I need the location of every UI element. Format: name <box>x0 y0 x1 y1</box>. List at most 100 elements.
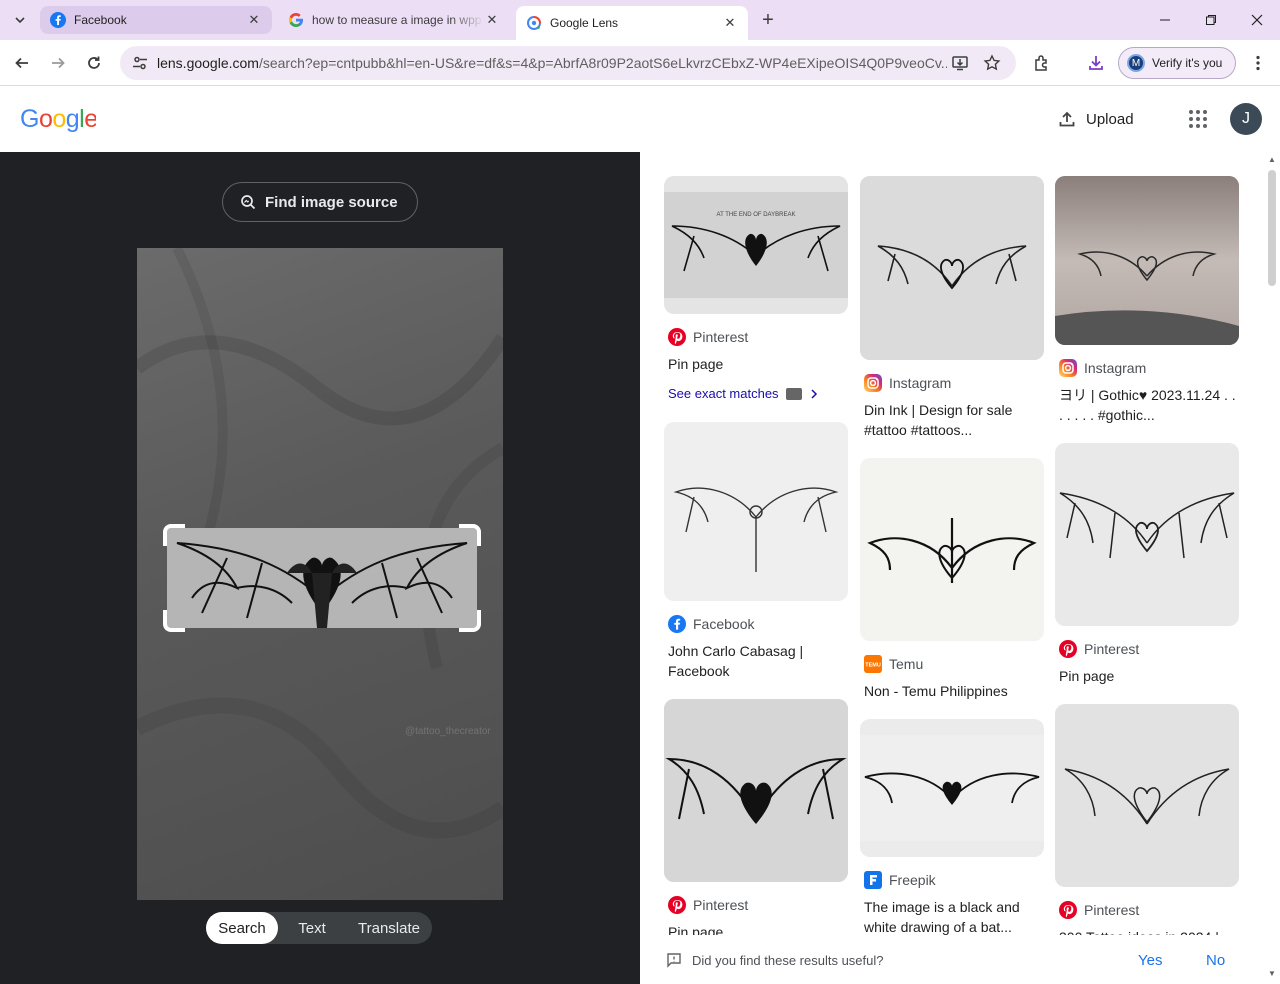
browser-toolbar: lens.google.com/search?ep=cntpubb&hl=en-… <box>0 40 1280 86</box>
new-tab-button[interactable]: + <box>756 8 780 32</box>
scroll-thumb[interactable] <box>1268 170 1276 286</box>
address-bar[interactable]: lens.google.com/search?ep=cntpubb&hl=en-… <box>120 46 1016 80</box>
install-app-icon[interactable] <box>950 53 970 73</box>
downloads-icon[interactable] <box>1084 51 1108 75</box>
upload-button[interactable]: Upload <box>1058 107 1134 131</box>
result-thumbnail[interactable] <box>860 176 1044 360</box>
result-card[interactable]: Instagram ヨリ | Gothic♥ 2023.11.24 . . . … <box>1055 176 1239 425</box>
instagram-icon <box>864 374 882 392</box>
crop-handle-bottom-left[interactable] <box>163 610 185 632</box>
reload-button[interactable] <box>80 49 108 77</box>
back-button[interactable] <box>8 49 36 77</box>
browser-menu-icon[interactable] <box>1246 51 1270 75</box>
google-apps-icon[interactable] <box>1186 107 1210 131</box>
close-icon[interactable]: ✕ <box>722 15 738 31</box>
result-title[interactable]: Non - Temu Philippines <box>864 681 1044 701</box>
url-path: /search?ep=cntpubb&hl=en-US&re=df&s=4&p=… <box>258 55 947 71</box>
result-source: Pinterest <box>1059 640 1239 658</box>
uploaded-image: @tattoo_thecreator <box>137 248 503 900</box>
account-avatar[interactable]: J <box>1230 103 1262 135</box>
feedback-yes-button[interactable]: Yes <box>1138 952 1162 969</box>
crop-handle-bottom-right[interactable] <box>459 610 481 632</box>
chevron-down-icon <box>15 17 25 24</box>
mode-translate[interactable]: Translate <box>346 912 432 944</box>
google-lens-icon <box>526 15 542 31</box>
google-header: Google Upload J <box>0 87 1280 152</box>
result-card[interactable]: Pinterest Pin page <box>664 699 848 942</box>
tab-google-search[interactable]: how to measure a image in wpp ✕ <box>278 6 510 34</box>
close-icon <box>1251 14 1263 26</box>
minimize-icon <box>1160 19 1170 21</box>
result-thumbnail[interactable] <box>664 699 848 882</box>
tab-strip: Facebook ✕ how to measure a image in wpp… <box>0 0 1280 40</box>
arrow-right-icon <box>52 57 65 69</box>
result-thumbnail[interactable] <box>1055 704 1239 887</box>
close-icon[interactable]: ✕ <box>246 12 262 28</box>
result-card[interactable]: Pinterest 300 Tattoo ideas in 2024 |... <box>1055 704 1239 947</box>
result-title[interactable]: ヨリ | Gothic♥ 2023.11.24 . . . . . . . #g… <box>1059 385 1239 425</box>
url-text[interactable]: lens.google.com/search?ep=cntpubb&hl=en-… <box>157 55 947 71</box>
site-settings-icon[interactable] <box>130 53 150 73</box>
result-source: Instagram <box>1059 359 1239 377</box>
arrow-left-icon <box>15 57 28 69</box>
result-card[interactable]: TEMU Temu Non - Temu Philippines <box>860 458 1044 701</box>
see-exact-matches-link[interactable]: See exact matches <box>668 386 848 401</box>
results-scrollbar[interactable]: ▲ ▼ <box>1264 152 1280 984</box>
url-host: lens.google.com <box>157 55 259 71</box>
crop-selection[interactable] <box>167 528 477 628</box>
google-icon <box>288 12 304 28</box>
mode-text[interactable]: Text <box>278 912 346 944</box>
source-label: Pinterest <box>693 897 749 913</box>
tab-facebook[interactable]: Facebook ✕ <box>40 6 272 34</box>
restore-button[interactable] <box>1188 0 1234 40</box>
result-title[interactable]: John Carlo Cabasag | Facebook <box>668 641 848 681</box>
tab-google-lens[interactable]: Google Lens ✕ <box>516 6 748 40</box>
temu-icon: TEMU <box>864 655 882 673</box>
feedback-icon <box>666 952 682 968</box>
result-source: Freepik <box>864 871 1044 889</box>
result-thumbnail[interactable] <box>1055 443 1239 626</box>
result-card[interactable]: Freepik The image is a black and white d… <box>860 719 1044 937</box>
result-thumbnail[interactable] <box>664 422 848 601</box>
source-label: Instagram <box>1084 360 1147 376</box>
scroll-down-arrow[interactable]: ▼ <box>1268 970 1276 978</box>
result-thumbnail[interactable] <box>860 719 1044 857</box>
close-window-button[interactable] <box>1234 0 1280 40</box>
exact-label: See exact matches <box>668 386 779 401</box>
minimize-button[interactable] <box>1142 0 1188 40</box>
result-source: Pinterest <box>668 328 848 346</box>
crop-handle-top-right[interactable] <box>459 524 481 546</box>
result-title[interactable]: Pin page <box>1059 666 1239 686</box>
result-title[interactable]: Pin page <box>668 354 848 374</box>
scroll-up-arrow[interactable]: ▲ <box>1268 156 1276 164</box>
result-card[interactable]: AT THE END OF DAYBREAK Pinterest Pin pag… <box>664 176 848 401</box>
crop-handle-top-left[interactable] <box>163 524 185 546</box>
result-card[interactable]: Pinterest Pin page <box>1055 443 1239 686</box>
exact-match-thumb <box>785 387 802 400</box>
upload-icon <box>1059 111 1075 127</box>
tab-title: how to measure a image in wpp <box>312 13 482 27</box>
result-title[interactable]: Din Ink | Design for sale #tattoo #tatto… <box>864 400 1044 440</box>
extensions-icon[interactable] <box>1030 51 1054 75</box>
result-title[interactable]: The image is a black and white drawing o… <box>864 897 1044 937</box>
tab-search-button[interactable] <box>8 8 32 32</box>
result-thumbnail[interactable] <box>860 458 1044 641</box>
result-thumbnail[interactable] <box>1055 176 1239 345</box>
result-card[interactable]: Facebook John Carlo Cabasag | Facebook <box>664 422 848 681</box>
verify-profile-button[interactable]: M Verify it's you <box>1118 47 1236 79</box>
google-logo[interactable]: Google <box>20 104 98 141</box>
art-text: AT THE END OF DAYBREAK <box>717 212 796 218</box>
result-source: Instagram <box>864 374 1044 392</box>
result-thumbnail[interactable]: AT THE END OF DAYBREAK <box>664 176 848 314</box>
mode-search[interactable]: Search <box>206 912 278 944</box>
feedback-no-button[interactable]: No <box>1206 952 1225 969</box>
bookmark-star-icon[interactable] <box>982 53 1002 73</box>
source-label: Pinterest <box>1084 641 1140 657</box>
find-image-source-button[interactable]: Find image source <box>222 182 418 222</box>
forward-button[interactable] <box>44 49 72 77</box>
result-source: Pinterest <box>1059 901 1239 919</box>
facebook-icon <box>668 615 686 633</box>
close-icon[interactable]: ✕ <box>484 12 500 28</box>
temu-badge: TEMU <box>865 663 881 669</box>
result-card[interactable]: Instagram Din Ink | Design for sale #tat… <box>860 176 1044 440</box>
